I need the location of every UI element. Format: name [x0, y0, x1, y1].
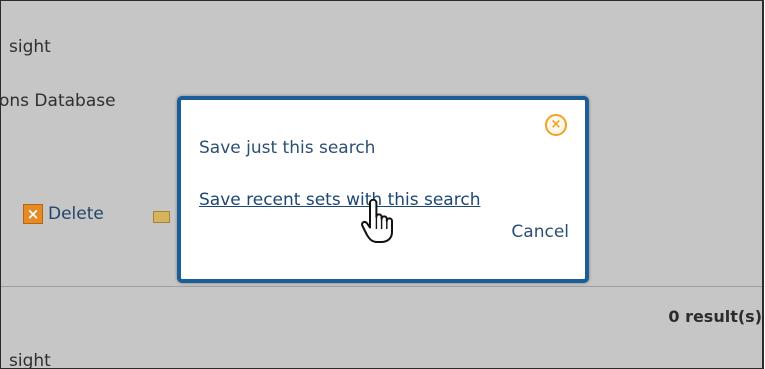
page-frame: sight ons Database × Delete 0 result(s) …: [0, 0, 764, 369]
email-icon[interactable]: [153, 211, 170, 223]
background-bottom-text: sight: [9, 351, 51, 369]
results-count: 0 result(s): [668, 307, 762, 326]
hand-cursor-icon: [361, 199, 393, 243]
delete-action[interactable]: × Delete: [23, 204, 104, 224]
save-just-this-search-link[interactable]: Save just this search: [199, 138, 375, 158]
save-search-dialog: × Save just this search Save recent sets…: [177, 96, 589, 283]
background-subtitle: ons Database: [0, 91, 116, 111]
divider: [1, 286, 762, 287]
delete-icon: ×: [23, 204, 43, 224]
background-title: sight: [9, 37, 51, 57]
close-icon[interactable]: ×: [545, 114, 567, 136]
cancel-link[interactable]: Cancel: [511, 222, 569, 242]
save-recent-sets-link[interactable]: Save recent sets with this search: [199, 190, 480, 210]
delete-label: Delete: [48, 204, 104, 224]
